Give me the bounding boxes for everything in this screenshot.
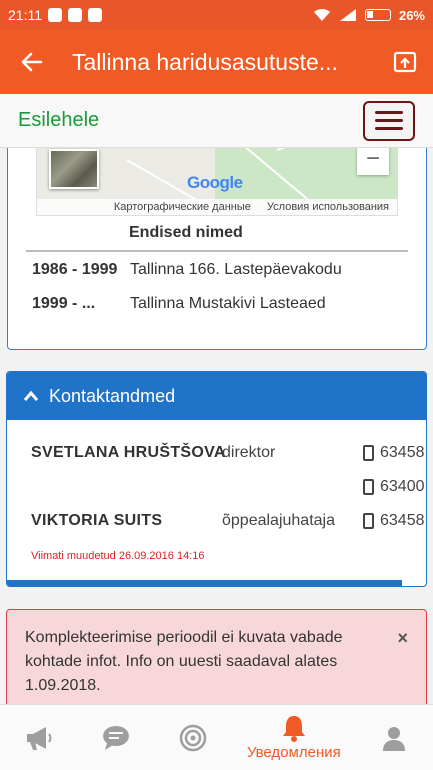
map-footer: Картографические данные Условия использо…	[37, 199, 397, 215]
contacts-header[interactable]: Kontaktandmed	[7, 372, 426, 420]
bottom-nav: Уведомления	[0, 704, 433, 770]
contacts-card: Kontaktandmed SVETLANA HRUŠTŠOVA direkto…	[6, 371, 427, 587]
contact-name: VIKTORIA SUITS	[31, 512, 163, 529]
nav-tab-notifications-label: Уведомления	[246, 744, 341, 761]
bell-icon	[282, 716, 305, 742]
contact-phone[interactable]: 63400	[363, 478, 425, 496]
former-name-value: Tallinna 166. Lastepäevakodu	[130, 261, 342, 278]
notification-icon	[88, 8, 102, 22]
horizontal-scrollbar[interactable]	[7, 580, 402, 586]
google-logo-text: Google	[187, 173, 243, 192]
content-area[interactable]: Google − Картографические данные Условия…	[0, 148, 433, 704]
hamburger-icon	[375, 111, 403, 114]
page-title: Tallinna haridusasutuste...	[72, 48, 338, 75]
divider	[26, 250, 408, 252]
nav-tab-messages[interactable]	[77, 705, 154, 770]
contacts-title: Kontaktandmed	[49, 385, 176, 406]
menu-button[interactable]	[363, 100, 415, 141]
phone-icon	[363, 479, 374, 495]
notification-icon	[48, 8, 62, 22]
google-logo: Google	[187, 173, 243, 193]
last-modified: Viimati muudetud 26.09.2016 14:16	[31, 550, 205, 562]
notification-icon	[68, 8, 82, 22]
nav-row: Esilehele	[0, 94, 433, 148]
contact-phone[interactable]: 63458	[363, 444, 425, 462]
former-names-header: Endised nimed	[129, 224, 243, 241]
former-name-value: Tallinna Mustakivi Lasteaed	[130, 295, 326, 312]
zoom-out-button[interactable]: −	[357, 148, 389, 175]
contact-role: õppealajuhataja	[222, 512, 335, 529]
app-bar: Tallinna haridusasutuste...	[0, 30, 433, 94]
phone-icon	[363, 513, 374, 529]
info-card: Google − Картографические данные Условия…	[7, 148, 427, 350]
phone-icon	[363, 445, 374, 461]
satellite-toggle[interactable]	[49, 149, 99, 189]
megaphone-icon	[26, 726, 52, 750]
info-alert: Komplekteerimise perioodil ei kuvata vab…	[6, 609, 427, 704]
nav-tab-notifications[interactable]: Уведомления	[232, 705, 356, 770]
map-data-link[interactable]: Картографические данные	[114, 201, 251, 213]
battery-icon	[364, 9, 391, 21]
contact-role: direktor	[222, 444, 276, 461]
open-in-browser-icon	[393, 51, 417, 73]
wifi-icon	[313, 8, 330, 21]
contact-name: SVETLANA HRUŠTŠOVA	[31, 444, 226, 461]
user-icon	[383, 726, 406, 751]
status-bar: 21:11 26%	[0, 0, 433, 30]
alert-text: Komplekteerimise perioodil ei kuvata vab…	[25, 629, 343, 694]
former-name-row: 1999 - ... Tallinna Mustakivi Lasteaed	[32, 295, 412, 313]
phone-number: 63458	[380, 444, 425, 461]
chevron-up-icon	[23, 390, 39, 401]
former-name-years: 1999 - ...	[32, 295, 96, 312]
back-button[interactable]	[0, 30, 64, 94]
home-link[interactable]: Esilehele	[18, 109, 99, 132]
open-external-button[interactable]	[377, 30, 433, 94]
chat-icon	[102, 725, 129, 750]
map-terms-link[interactable]: Условия использования	[267, 201, 389, 213]
close-icon[interactable]: ×	[397, 626, 408, 650]
signal-icon	[339, 9, 356, 21]
former-name-row: 1986 - 1999 Tallinna 166. Lastepäevakodu	[32, 261, 412, 279]
battery-level: 26%	[398, 7, 425, 23]
nav-tab-profile[interactable]	[356, 705, 433, 770]
nav-tab-target[interactable]	[155, 705, 232, 770]
map[interactable]: Google − Картографические данные Условия…	[36, 148, 398, 216]
target-icon	[180, 724, 207, 751]
arrow-left-icon	[21, 52, 43, 72]
nav-tab-announcements[interactable]	[0, 705, 77, 770]
former-name-years: 1986 - 1999	[32, 261, 118, 278]
status-time: 21:11	[8, 7, 42, 23]
phone-number: 63458	[380, 512, 425, 529]
phone-number: 63400	[380, 478, 425, 495]
contact-phone[interactable]: 63458	[363, 512, 425, 530]
